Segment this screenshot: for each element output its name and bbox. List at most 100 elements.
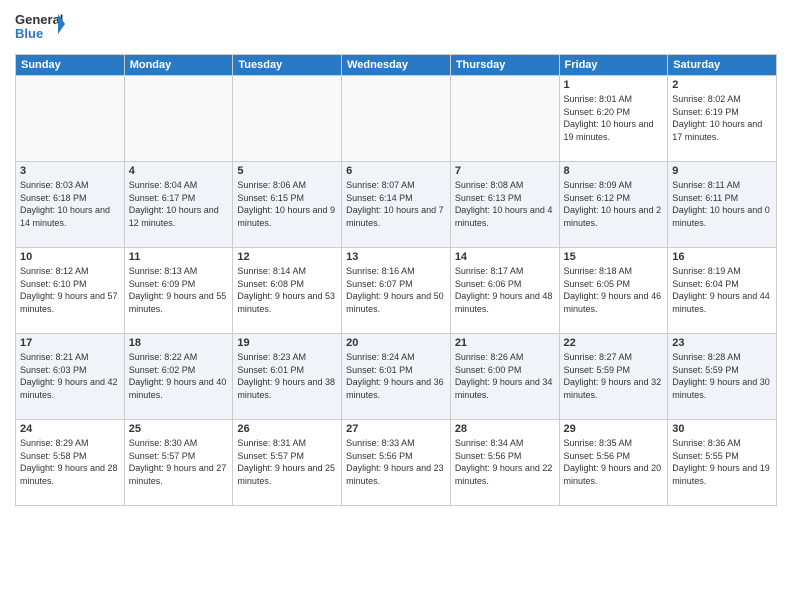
weekday-header-saturday: Saturday <box>668 55 777 76</box>
day-number: 5 <box>237 165 337 177</box>
calendar-cell: 28 Sunrise: 8:34 AM Sunset: 5:56 PM Dayli… <box>450 420 559 506</box>
day-number: 13 <box>346 251 446 263</box>
day-info: Sunrise: 8:08 AM Sunset: 6:13 PM Dayligh… <box>455 179 555 229</box>
day-info: Sunrise: 8:06 AM Sunset: 6:15 PM Dayligh… <box>237 179 337 229</box>
day-info: Sunrise: 8:30 AM Sunset: 5:57 PM Dayligh… <box>129 437 229 487</box>
calendar-cell: 25 Sunrise: 8:30 AM Sunset: 5:57 PM Dayli… <box>124 420 233 506</box>
day-number: 10 <box>20 251 120 263</box>
calendar-cell: 11Sunrise: 8:13 AM Sunset: 6:09 PM Dayli… <box>124 248 233 334</box>
day-number: 7 <box>455 165 555 177</box>
day-info: Sunrise: 8:02 AM Sunset: 6:19 PM Dayligh… <box>672 93 772 143</box>
calendar-cell: 1 Sunrise: 8:01 AM Sunset: 6:20 PM Daylig… <box>559 76 668 162</box>
day-info: Sunrise: 8:29 AM Sunset: 5:58 PM Dayligh… <box>20 437 120 487</box>
calendar-cell: 12Sunrise: 8:14 AM Sunset: 6:08 PM Dayli… <box>233 248 342 334</box>
calendar-cell: 19 Sunrise: 8:23 AM Sunset: 6:01 PM Dayli… <box>233 334 342 420</box>
weekday-header-tuesday: Tuesday <box>233 55 342 76</box>
calendar-cell: 27 Sunrise: 8:33 AM Sunset: 5:56 PM Dayli… <box>342 420 451 506</box>
calendar-cell: 6 Sunrise: 8:07 AM Sunset: 6:14 PM Daylig… <box>342 162 451 248</box>
day-info: Sunrise: 8:04 AM Sunset: 6:17 PM Dayligh… <box>129 179 229 229</box>
day-info: Sunrise: 8:01 AM Sunset: 6:20 PM Dayligh… <box>564 93 664 143</box>
calendar-cell: 14 Sunrise: 8:17 AM Sunset: 6:06 PM Dayli… <box>450 248 559 334</box>
day-info: Sunrise: 8:28 AM Sunset: 5:59 PM Dayligh… <box>672 351 772 401</box>
day-info: Sunrise: 8:03 AM Sunset: 6:18 PM Dayligh… <box>20 179 120 229</box>
calendar-cell: 29 Sunrise: 8:35 AM Sunset: 5:56 PM Dayli… <box>559 420 668 506</box>
day-number: 30 <box>672 423 772 435</box>
day-number: 19 <box>237 337 337 349</box>
day-number: 27 <box>346 423 446 435</box>
day-info: Sunrise: 8:36 AM Sunset: 5:55 PM Dayligh… <box>672 437 772 487</box>
calendar-cell: 2Sunrise: 8:02 AM Sunset: 6:19 PM Daylig… <box>668 76 777 162</box>
calendar-cell <box>16 76 125 162</box>
calendar-cell: 7 Sunrise: 8:08 AM Sunset: 6:13 PM Daylig… <box>450 162 559 248</box>
svg-text:General: General <box>15 12 63 27</box>
calendar-cell: 18 Sunrise: 8:22 AM Sunset: 6:02 PM Dayli… <box>124 334 233 420</box>
calendar-cell: 23 Sunrise: 8:28 AM Sunset: 5:59 PM Dayli… <box>668 334 777 420</box>
day-info: Sunrise: 8:21 AM Sunset: 6:03 PM Dayligh… <box>20 351 120 401</box>
day-number: 1 <box>564 79 664 91</box>
weekday-header-thursday: Thursday <box>450 55 559 76</box>
calendar-cell: 20 Sunrise: 8:24 AM Sunset: 6:01 PM Dayli… <box>342 334 451 420</box>
day-number: 25 <box>129 423 229 435</box>
weekday-header-monday: Monday <box>124 55 233 76</box>
calendar-cell: 26Sunrise: 8:31 AM Sunset: 5:57 PM Dayli… <box>233 420 342 506</box>
day-number: 18 <box>129 337 229 349</box>
day-number: 14 <box>455 251 555 263</box>
day-number: 8 <box>564 165 664 177</box>
weekday-header-sunday: Sunday <box>16 55 125 76</box>
day-number: 3 <box>20 165 120 177</box>
calendar-cell: 30 Sunrise: 8:36 AM Sunset: 5:55 PM Dayli… <box>668 420 777 506</box>
logo: General Blue <box>15 10 65 46</box>
day-info: Sunrise: 8:18 AM Sunset: 6:05 PM Dayligh… <box>564 265 664 315</box>
calendar-cell: 9Sunrise: 8:11 AM Sunset: 6:11 PM Daylig… <box>668 162 777 248</box>
day-info: Sunrise: 8:09 AM Sunset: 6:12 PM Dayligh… <box>564 179 664 229</box>
day-info: Sunrise: 8:11 AM Sunset: 6:11 PM Dayligh… <box>672 179 772 229</box>
weekday-header-friday: Friday <box>559 55 668 76</box>
day-number: 20 <box>346 337 446 349</box>
day-info: Sunrise: 8:19 AM Sunset: 6:04 PM Dayligh… <box>672 265 772 315</box>
day-info: Sunrise: 8:35 AM Sunset: 5:56 PM Dayligh… <box>564 437 664 487</box>
calendar-cell: 24Sunrise: 8:29 AM Sunset: 5:58 PM Dayli… <box>16 420 125 506</box>
calendar-week-2: 3 Sunrise: 8:03 AM Sunset: 6:18 PM Daylig… <box>16 162 777 248</box>
logo-svg: General Blue <box>15 10 65 46</box>
calendar-cell <box>124 76 233 162</box>
day-number: 28 <box>455 423 555 435</box>
day-number: 11 <box>129 251 229 263</box>
calendar-cell: 16 Sunrise: 8:19 AM Sunset: 6:04 PM Dayli… <box>668 248 777 334</box>
calendar-cell: 10 Sunrise: 8:12 AM Sunset: 6:10 PM Dayli… <box>16 248 125 334</box>
header: General Blue <box>15 10 777 46</box>
day-info: Sunrise: 8:12 AM Sunset: 6:10 PM Dayligh… <box>20 265 120 315</box>
day-info: Sunrise: 8:31 AM Sunset: 5:57 PM Dayligh… <box>237 437 337 487</box>
calendar-week-4: 17Sunrise: 8:21 AM Sunset: 6:03 PM Dayli… <box>16 334 777 420</box>
day-info: Sunrise: 8:27 AM Sunset: 5:59 PM Dayligh… <box>564 351 664 401</box>
calendar-cell: 8 Sunrise: 8:09 AM Sunset: 6:12 PM Daylig… <box>559 162 668 248</box>
day-info: Sunrise: 8:34 AM Sunset: 5:56 PM Dayligh… <box>455 437 555 487</box>
calendar-week-5: 24Sunrise: 8:29 AM Sunset: 5:58 PM Dayli… <box>16 420 777 506</box>
calendar: SundayMondayTuesdayWednesdayThursdayFrid… <box>15 54 777 506</box>
calendar-cell: 21Sunrise: 8:26 AM Sunset: 6:00 PM Dayli… <box>450 334 559 420</box>
day-number: 15 <box>564 251 664 263</box>
calendar-cell <box>233 76 342 162</box>
day-info: Sunrise: 8:23 AM Sunset: 6:01 PM Dayligh… <box>237 351 337 401</box>
day-number: 23 <box>672 337 772 349</box>
calendar-cell: 17Sunrise: 8:21 AM Sunset: 6:03 PM Dayli… <box>16 334 125 420</box>
day-info: Sunrise: 8:24 AM Sunset: 6:01 PM Dayligh… <box>346 351 446 401</box>
day-info: Sunrise: 8:26 AM Sunset: 6:00 PM Dayligh… <box>455 351 555 401</box>
page: General Blue SundayMondayTuesdayWednesda… <box>0 0 792 612</box>
day-number: 29 <box>564 423 664 435</box>
calendar-cell: 5 Sunrise: 8:06 AM Sunset: 6:15 PM Daylig… <box>233 162 342 248</box>
svg-text:Blue: Blue <box>15 26 43 41</box>
weekday-header-row: SundayMondayTuesdayWednesdayThursdayFrid… <box>16 55 777 76</box>
day-info: Sunrise: 8:22 AM Sunset: 6:02 PM Dayligh… <box>129 351 229 401</box>
day-info: Sunrise: 8:33 AM Sunset: 5:56 PM Dayligh… <box>346 437 446 487</box>
calendar-cell: 13Sunrise: 8:16 AM Sunset: 6:07 PM Dayli… <box>342 248 451 334</box>
calendar-cell <box>450 76 559 162</box>
day-info: Sunrise: 8:17 AM Sunset: 6:06 PM Dayligh… <box>455 265 555 315</box>
calendar-week-1: 1 Sunrise: 8:01 AM Sunset: 6:20 PM Daylig… <box>16 76 777 162</box>
calendar-week-3: 10 Sunrise: 8:12 AM Sunset: 6:10 PM Dayli… <box>16 248 777 334</box>
day-info: Sunrise: 8:07 AM Sunset: 6:14 PM Dayligh… <box>346 179 446 229</box>
calendar-cell: 22Sunrise: 8:27 AM Sunset: 5:59 PM Dayli… <box>559 334 668 420</box>
calendar-cell: 15 Sunrise: 8:18 AM Sunset: 6:05 PM Dayli… <box>559 248 668 334</box>
day-number: 16 <box>672 251 772 263</box>
day-number: 6 <box>346 165 446 177</box>
day-info: Sunrise: 8:14 AM Sunset: 6:08 PM Dayligh… <box>237 265 337 315</box>
